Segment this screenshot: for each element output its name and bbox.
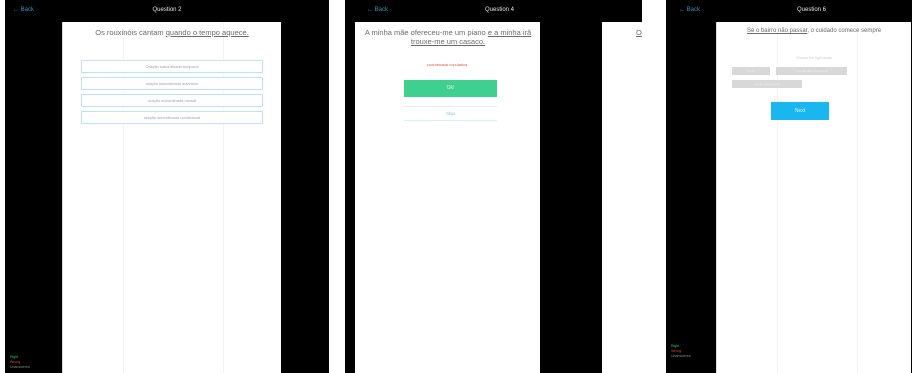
prompt-text: , o cuidado comece sempre xyxy=(807,28,882,34)
ok-button[interactable]: Ok! xyxy=(404,80,497,97)
page-divider xyxy=(540,22,602,373)
prompt-text: Os rouxinóis cantam xyxy=(95,28,164,37)
answer-input[interactable]: coordenada copulativa xyxy=(395,62,499,67)
answer-option[interactable]: oração subordinada condicional xyxy=(81,111,263,124)
legend-unanswered: Unanswered xyxy=(10,365,30,369)
screen-question-4: ← Back Question 4 A minha mãe ofereceu-m… xyxy=(345,0,642,373)
question-prompt: A minha mãe ofereceu-me um piano e a min… xyxy=(357,28,539,46)
screen-question-2: ← Back Question 2 Os rouxinóis cantam qu… xyxy=(5,0,329,373)
back-label: Back xyxy=(686,7,701,13)
top-bar: ← Back Question 2 xyxy=(5,0,329,22)
next-card-peek: O xyxy=(602,22,642,373)
hint-text: Choose the right words xyxy=(796,56,832,60)
back-label: Back xyxy=(374,7,389,13)
back-button[interactable]: ← Back xyxy=(367,7,388,13)
back-button[interactable]: ← Back xyxy=(679,7,700,13)
question-card: Os rouxinóis cantam quando o tempo aquec… xyxy=(62,22,281,373)
skip-button[interactable]: Skip xyxy=(404,106,497,121)
top-bar: ← Back Question 6 xyxy=(666,0,912,22)
question-card: Se o bairro não passar, o cuidado comece… xyxy=(716,22,911,373)
question-card: A minha mãe ofereceu-me um piano e a min… xyxy=(355,22,540,373)
answer-option[interactable]: oração subordinada adverbial xyxy=(81,77,263,90)
prompt-text: A minha mãe ofereceu-me um piano xyxy=(364,28,486,37)
answer-option[interactable]: oração subordinada causal xyxy=(81,94,263,107)
screen-question-6: ← Back Question 6 Se o bairro não passar… xyxy=(666,0,912,373)
left-margin xyxy=(345,22,355,373)
prompt-highlight: Se o bairro não passar xyxy=(746,28,808,34)
screen-title: Question 4 xyxy=(485,7,515,13)
word-chip[interactable]: subordinada condicional xyxy=(776,67,847,75)
word-chip[interactable]: oração subordinada xyxy=(732,80,802,88)
screen-title: Question 6 xyxy=(796,7,827,13)
screen-title: Question 2 xyxy=(152,7,182,13)
answer-legend: Right Wrong Unanswered xyxy=(10,355,30,370)
prompt-highlight: quando o tempo aquece. xyxy=(165,28,249,37)
word-chip[interactable]: oração xyxy=(732,67,770,75)
question-prompt: Os rouxinóis cantam quando o tempo aquec… xyxy=(83,28,261,37)
legend-unanswered: Unanswered xyxy=(671,354,691,358)
top-bar: ← Back Question 4 xyxy=(345,0,642,22)
answer-option[interactable]: Oração subordinada temporal xyxy=(81,60,263,73)
next-card-peek-text: O xyxy=(636,28,642,37)
next-button[interactable]: Next xyxy=(771,102,829,120)
answer-legend: Right Wrong Unanswered xyxy=(671,344,691,359)
question-prompt: Se o bairro não passar, o cuidado comece… xyxy=(737,28,891,36)
